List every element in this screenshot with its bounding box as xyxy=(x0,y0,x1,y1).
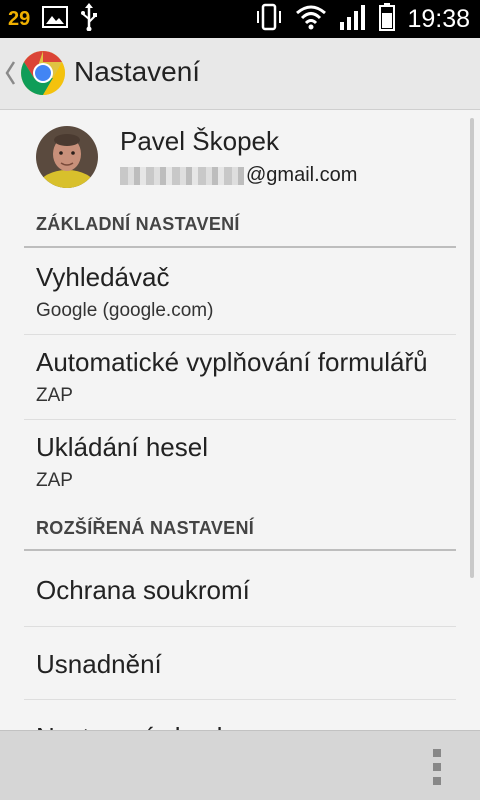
bottom-bar xyxy=(0,730,480,800)
setting-value: ZAP xyxy=(36,470,73,491)
status-left: 29 xyxy=(8,2,98,36)
section-divider xyxy=(24,549,456,551)
status-bar: 29 19:38 xyxy=(0,0,480,38)
avatar xyxy=(36,126,98,188)
setting-title: Nastavení obsahu xyxy=(36,722,246,730)
app-bar: Nastavení xyxy=(0,38,480,110)
clock: 19:38 xyxy=(407,4,470,33)
setting-autofill[interactable]: Automatické vyplňování formulářů ZAP xyxy=(24,335,456,419)
setting-passwords[interactable]: Ukládání hesel ZAP xyxy=(24,420,456,504)
section-divider xyxy=(24,246,456,248)
wifi-icon xyxy=(295,4,327,35)
section-header-basic: ZÁKLADNÍ NASTAVENÍ xyxy=(36,214,240,234)
setting-content[interactable]: Nastavení obsahu xyxy=(24,700,456,730)
setting-title: Ochrana soukromí xyxy=(36,575,250,605)
account-email-domain: @gmail.com xyxy=(246,164,358,186)
setting-search-engine[interactable]: Vyhledávač Google (google.com) xyxy=(24,250,456,334)
usb-icon xyxy=(80,2,98,36)
chrome-logo-icon[interactable] xyxy=(20,50,66,96)
email-redaction xyxy=(120,166,244,185)
account-email: @gmail.com xyxy=(120,164,357,187)
image-icon xyxy=(42,5,69,33)
overflow-menu-icon[interactable] xyxy=(430,747,444,787)
phone-vibrate-icon xyxy=(255,3,283,36)
account-row[interactable]: Pavel Škopek @gmail.com xyxy=(0,110,480,210)
notification-count-badge: 29 xyxy=(8,7,31,30)
setting-value: ZAP xyxy=(36,385,73,406)
setting-title: Ukládání hesel xyxy=(36,432,208,462)
setting-accessibility[interactable]: Usnadnění xyxy=(24,627,456,699)
battery-icon xyxy=(379,2,396,36)
setting-title: Automatické vyplňování formulářů xyxy=(36,347,428,377)
back-chevron-icon[interactable] xyxy=(4,60,16,91)
setting-value: Google (google.com) xyxy=(36,300,214,321)
page-title: Nastavení xyxy=(74,56,201,87)
status-right: 19:38 xyxy=(255,2,470,36)
section-header-advanced: ROZŠÍŘENÁ NASTAVENÍ xyxy=(36,518,255,538)
signal-icon xyxy=(339,4,367,35)
settings-list[interactable]: Pavel Škopek @gmail.com ZÁKLADNÍ NASTAVE… xyxy=(0,110,480,730)
setting-privacy[interactable]: Ochrana soukromí xyxy=(24,553,456,625)
setting-title: Usnadnění xyxy=(36,649,162,679)
setting-title: Vyhledávač xyxy=(36,262,170,292)
account-name: Pavel Škopek xyxy=(120,126,279,156)
